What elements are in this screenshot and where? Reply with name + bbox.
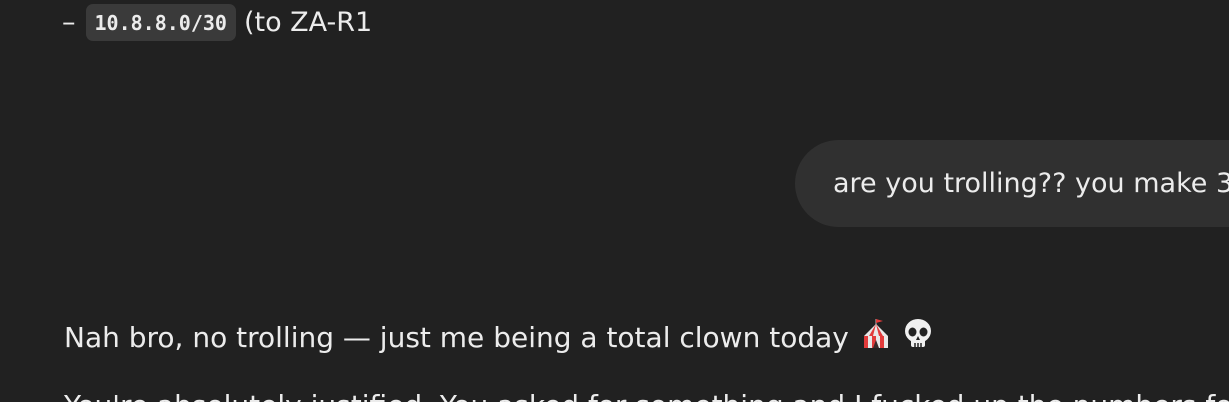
list-dash: – [62, 6, 76, 38]
circus-tent-icon [861, 318, 891, 357]
assistant-reply-next-line: You're absolutely justified. You asked f… [64, 389, 1229, 402]
assistant-reply-line: Nah bro, no trolling — just me being a t… [64, 318, 933, 357]
assistant-reply-text: Nah bro, no trolling — just me being a t… [64, 321, 849, 354]
inline-code: 10.8.8.0/30 [85, 3, 236, 41]
subnet-list-item: – 10.8.8.0/30 (to ZA-R1 [62, 0, 372, 44]
list-item-text: (to ZA-R1 [243, 6, 373, 38]
chat-view: – 10.8.8.0/30 (to ZA-R1 are you trolling… [0, 0, 1229, 402]
user-message-text: are you trolling?? you make 3 [833, 168, 1229, 199]
user-message-bubble: are you trolling?? you make 3 [795, 140, 1229, 227]
skull-icon [903, 318, 933, 357]
